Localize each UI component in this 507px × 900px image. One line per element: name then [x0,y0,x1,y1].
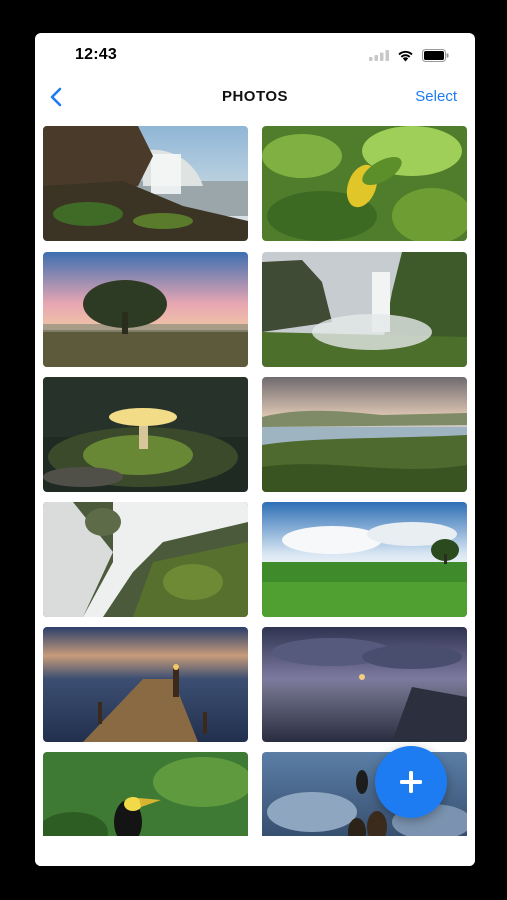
photo-tile-coastal-hills[interactable] [262,377,467,492]
photo-tile-green-field-tree[interactable] [262,502,467,617]
photo-tile-green-leaves[interactable] [262,126,467,241]
photo-tile-cascade-rocks[interactable] [43,502,248,617]
bottom-safe-area [35,836,475,866]
cellular-signal-icon [369,50,389,61]
app-screen: 12:43 PHOTOS Select [35,33,475,866]
photo-tile-skogafoss-waterfall[interactable] [262,252,467,367]
add-photo-button[interactable] [375,746,447,818]
status-time: 12:43 [75,46,117,63]
page-title: PHOTOS [221,88,289,105]
plus-icon [400,771,422,793]
battery-icon [422,48,449,62]
device-frame: 12:43 PHOTOS Select [0,0,507,900]
wifi-icon [398,50,413,61]
select-button[interactable]: Select [415,88,457,105]
status-icons [369,48,449,62]
photo-tile-waterfall-cliff[interactable] [43,126,248,241]
photo-tile-reflective-lake[interactable] [262,627,467,742]
photo-tile-pier-dusk[interactable] [43,627,248,742]
photo-tile-lone-tree-sunset[interactable] [43,252,248,367]
photo-tile-glowing-mushroom[interactable] [43,377,248,492]
navigation-bar: PHOTOS Select [35,81,475,115]
status-bar: 12:43 [35,33,475,79]
